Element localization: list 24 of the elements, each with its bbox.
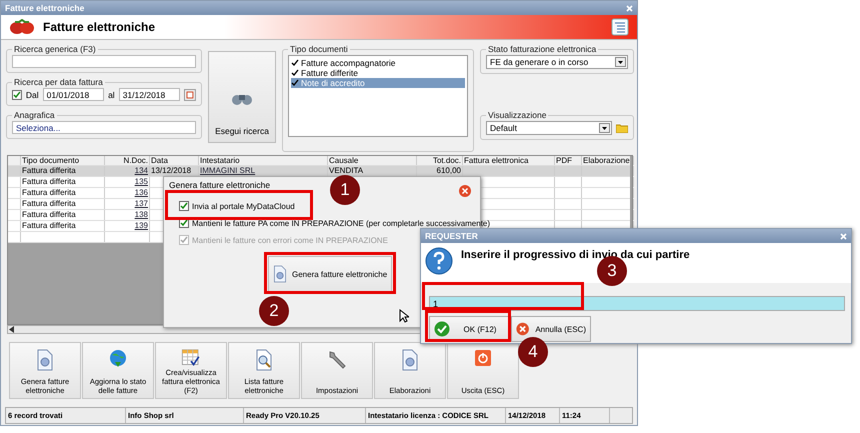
header-title: Fatture elettroniche (43, 20, 156, 34)
table-cell: Fattura differita (22, 210, 76, 219)
group-label: Anagrafica (13, 110, 56, 120)
table-cell: 610,00 (436, 166, 461, 175)
dialog-title: REQUESTER (425, 231, 478, 241)
group-label: Ricerca per data fattura (13, 77, 104, 87)
group-label: Ricerca generica (F3) (13, 44, 97, 54)
table-cell: Fattura differita (22, 166, 76, 175)
group-label: Tipo documenti (289, 44, 349, 54)
option-label: Mantieni le fatture con errori come IN PREPARAZIONE (192, 236, 388, 244)
table-cell: 13/12/2018 (151, 166, 192, 175)
group-label: Stato fatturazione elettronica (487, 44, 598, 54)
checkbox-label: Dal (26, 90, 39, 100)
dialog-title: Genera fatture elettroniche (169, 180, 270, 190)
table-cell: Fattura differita (22, 177, 76, 186)
table-cell: VENDITA (329, 166, 364, 175)
option-label: Mantieni le fatture PA come IN PREPARAZIONE (per completarle successivamente) (192, 218, 490, 228)
table-cell: Fattura differita (22, 221, 76, 230)
range-label: al (108, 90, 115, 100)
table-cell: Fattura differita (22, 199, 76, 208)
window-title: Fatture elettroniche (5, 3, 84, 13)
group-label: Visualizzazione (487, 110, 548, 120)
table-cell: Fattura differita (22, 188, 76, 197)
option-label: Invia al portale MyDataCloud (192, 202, 295, 210)
